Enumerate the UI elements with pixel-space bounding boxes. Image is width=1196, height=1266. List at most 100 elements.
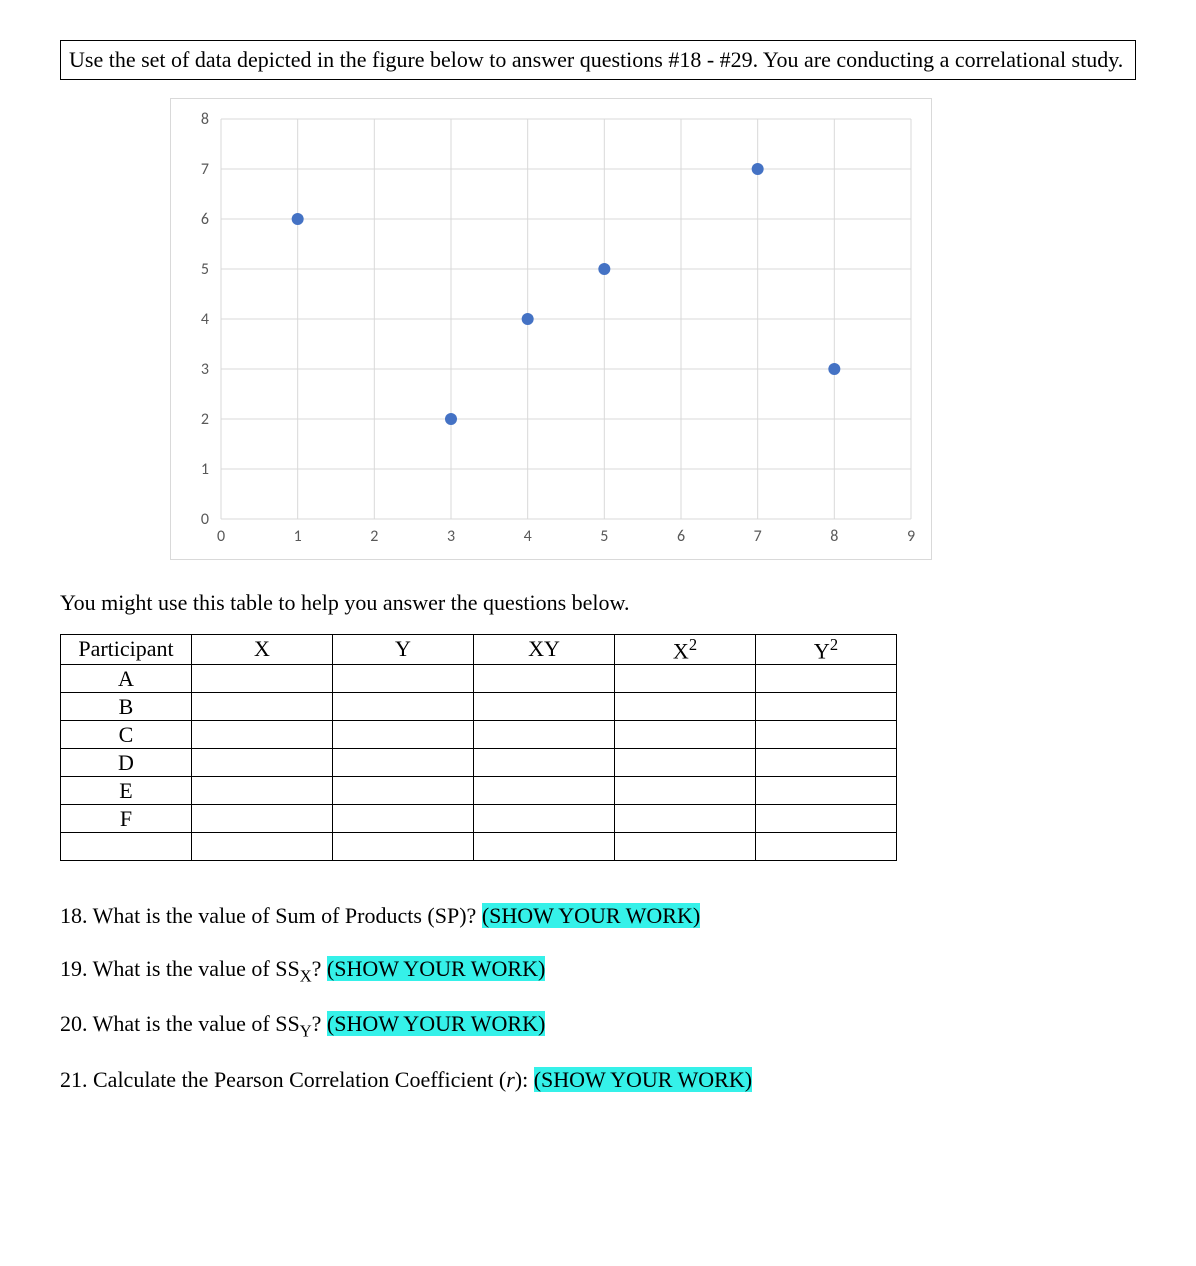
q21-highlight: (SHOW YOUR WORK): [534, 1067, 752, 1092]
question-18: 18. What is the value of Sum of Products…: [60, 901, 1136, 932]
blank-cell: [615, 665, 756, 693]
scatter-chart: 0123456780123456789: [170, 98, 932, 560]
q21-italic-r: r: [506, 1067, 515, 1092]
header-x2-base: X: [673, 638, 689, 663]
q18-text: 18. What is the value of Sum of Products…: [60, 903, 482, 928]
blank-cell: [333, 777, 474, 805]
header-xy: XY: [474, 634, 615, 664]
svg-text:8: 8: [830, 527, 838, 546]
participant-cell: A: [61, 665, 192, 693]
blank-cell: [192, 833, 333, 861]
table-row: F: [61, 805, 897, 833]
blank-cell: [474, 805, 615, 833]
q19-sub: X: [300, 966, 312, 985]
blank-cell: [615, 833, 756, 861]
svg-text:4: 4: [524, 527, 532, 546]
blank-cell: [192, 693, 333, 721]
svg-text:4: 4: [201, 310, 209, 329]
svg-text:5: 5: [201, 260, 209, 279]
blank-cell: [333, 749, 474, 777]
q20-pre: 20. What is the value of SS: [60, 1011, 300, 1036]
svg-text:0: 0: [217, 527, 225, 546]
question-21: 21. Calculate the Pearson Correlation Co…: [60, 1065, 1136, 1096]
blank-cell: [61, 833, 192, 861]
header-y-squared: Y2: [756, 634, 897, 664]
participant-cell: F: [61, 805, 192, 833]
table-row: [61, 833, 897, 861]
q19-highlight: (SHOW YOUR WORK): [327, 956, 545, 981]
blank-cell: [615, 805, 756, 833]
blank-cell: [474, 693, 615, 721]
blank-cell: [474, 665, 615, 693]
participant-cell: E: [61, 777, 192, 805]
question-19: 19. What is the value of SSX? (SHOW YOUR…: [60, 954, 1136, 987]
q21-post: ):: [515, 1067, 534, 1092]
blank-cell: [192, 665, 333, 693]
blank-cell: [333, 805, 474, 833]
participant-cell: B: [61, 693, 192, 721]
blank-cell: [756, 805, 897, 833]
blank-cell: [756, 693, 897, 721]
blank-cell: [756, 833, 897, 861]
header-y2-base: Y: [814, 638, 830, 663]
header-y2-exp: 2: [830, 635, 838, 654]
blank-cell: [333, 721, 474, 749]
chart-container: 0123456780123456789: [170, 98, 1136, 560]
q20-post: ?: [312, 1011, 327, 1036]
instruction-text: Use the set of data depicted in the figu…: [69, 47, 1123, 72]
blank-cell: [615, 777, 756, 805]
table-row: C: [61, 721, 897, 749]
svg-text:9: 9: [907, 527, 915, 546]
blank-cell: [192, 805, 333, 833]
participant-cell: D: [61, 749, 192, 777]
table-row: B: [61, 693, 897, 721]
blank-cell: [615, 749, 756, 777]
q21-pre: 21. Calculate the Pearson Correlation Co…: [60, 1067, 506, 1092]
svg-text:1: 1: [294, 527, 302, 546]
blank-cell: [474, 833, 615, 861]
blank-cell: [192, 721, 333, 749]
q19-pre: 19. What is the value of SS: [60, 956, 300, 981]
svg-text:6: 6: [201, 210, 209, 229]
svg-text:2: 2: [370, 527, 378, 546]
blank-cell: [615, 693, 756, 721]
blank-cell: [474, 749, 615, 777]
header-participant: Participant: [61, 634, 192, 664]
svg-text:1: 1: [201, 460, 209, 479]
q18-highlight: (SHOW YOUR WORK): [482, 903, 700, 928]
instruction-box: Use the set of data depicted in the figu…: [60, 40, 1136, 80]
svg-text:5: 5: [600, 527, 608, 546]
helper-text-span: You might use this table to help you ans…: [60, 590, 630, 615]
questions-block: 18. What is the value of Sum of Products…: [60, 901, 1136, 1096]
participant-cell: C: [61, 721, 192, 749]
header-y: Y: [333, 634, 474, 664]
blank-cell: [192, 777, 333, 805]
blank-cell: [192, 749, 333, 777]
svg-text:8: 8: [201, 110, 209, 129]
table-row: D: [61, 749, 897, 777]
svg-text:2: 2: [201, 410, 209, 429]
table-row: E: [61, 777, 897, 805]
blank-cell: [474, 721, 615, 749]
svg-text:3: 3: [201, 360, 209, 379]
header-x: X: [192, 634, 333, 664]
q19-post: ?: [312, 956, 327, 981]
svg-text:7: 7: [754, 527, 762, 546]
header-x2-exp: 2: [689, 635, 697, 654]
svg-text:3: 3: [447, 527, 455, 546]
blank-cell: [615, 721, 756, 749]
worksheet-table: Participant X Y XY X2 Y2 ABCDEF: [60, 634, 897, 861]
helper-table-text: You might use this table to help you ans…: [60, 590, 1136, 616]
header-x-squared: X2: [615, 634, 756, 664]
q20-sub: Y: [300, 1022, 312, 1041]
blank-cell: [756, 665, 897, 693]
blank-cell: [756, 721, 897, 749]
table-header-row: Participant X Y XY X2 Y2: [61, 634, 897, 664]
svg-text:6: 6: [677, 527, 685, 546]
table-row: A: [61, 665, 897, 693]
q20-highlight: (SHOW YOUR WORK): [327, 1011, 545, 1036]
blank-cell: [756, 777, 897, 805]
blank-cell: [756, 749, 897, 777]
blank-cell: [474, 777, 615, 805]
svg-text:7: 7: [201, 160, 209, 179]
